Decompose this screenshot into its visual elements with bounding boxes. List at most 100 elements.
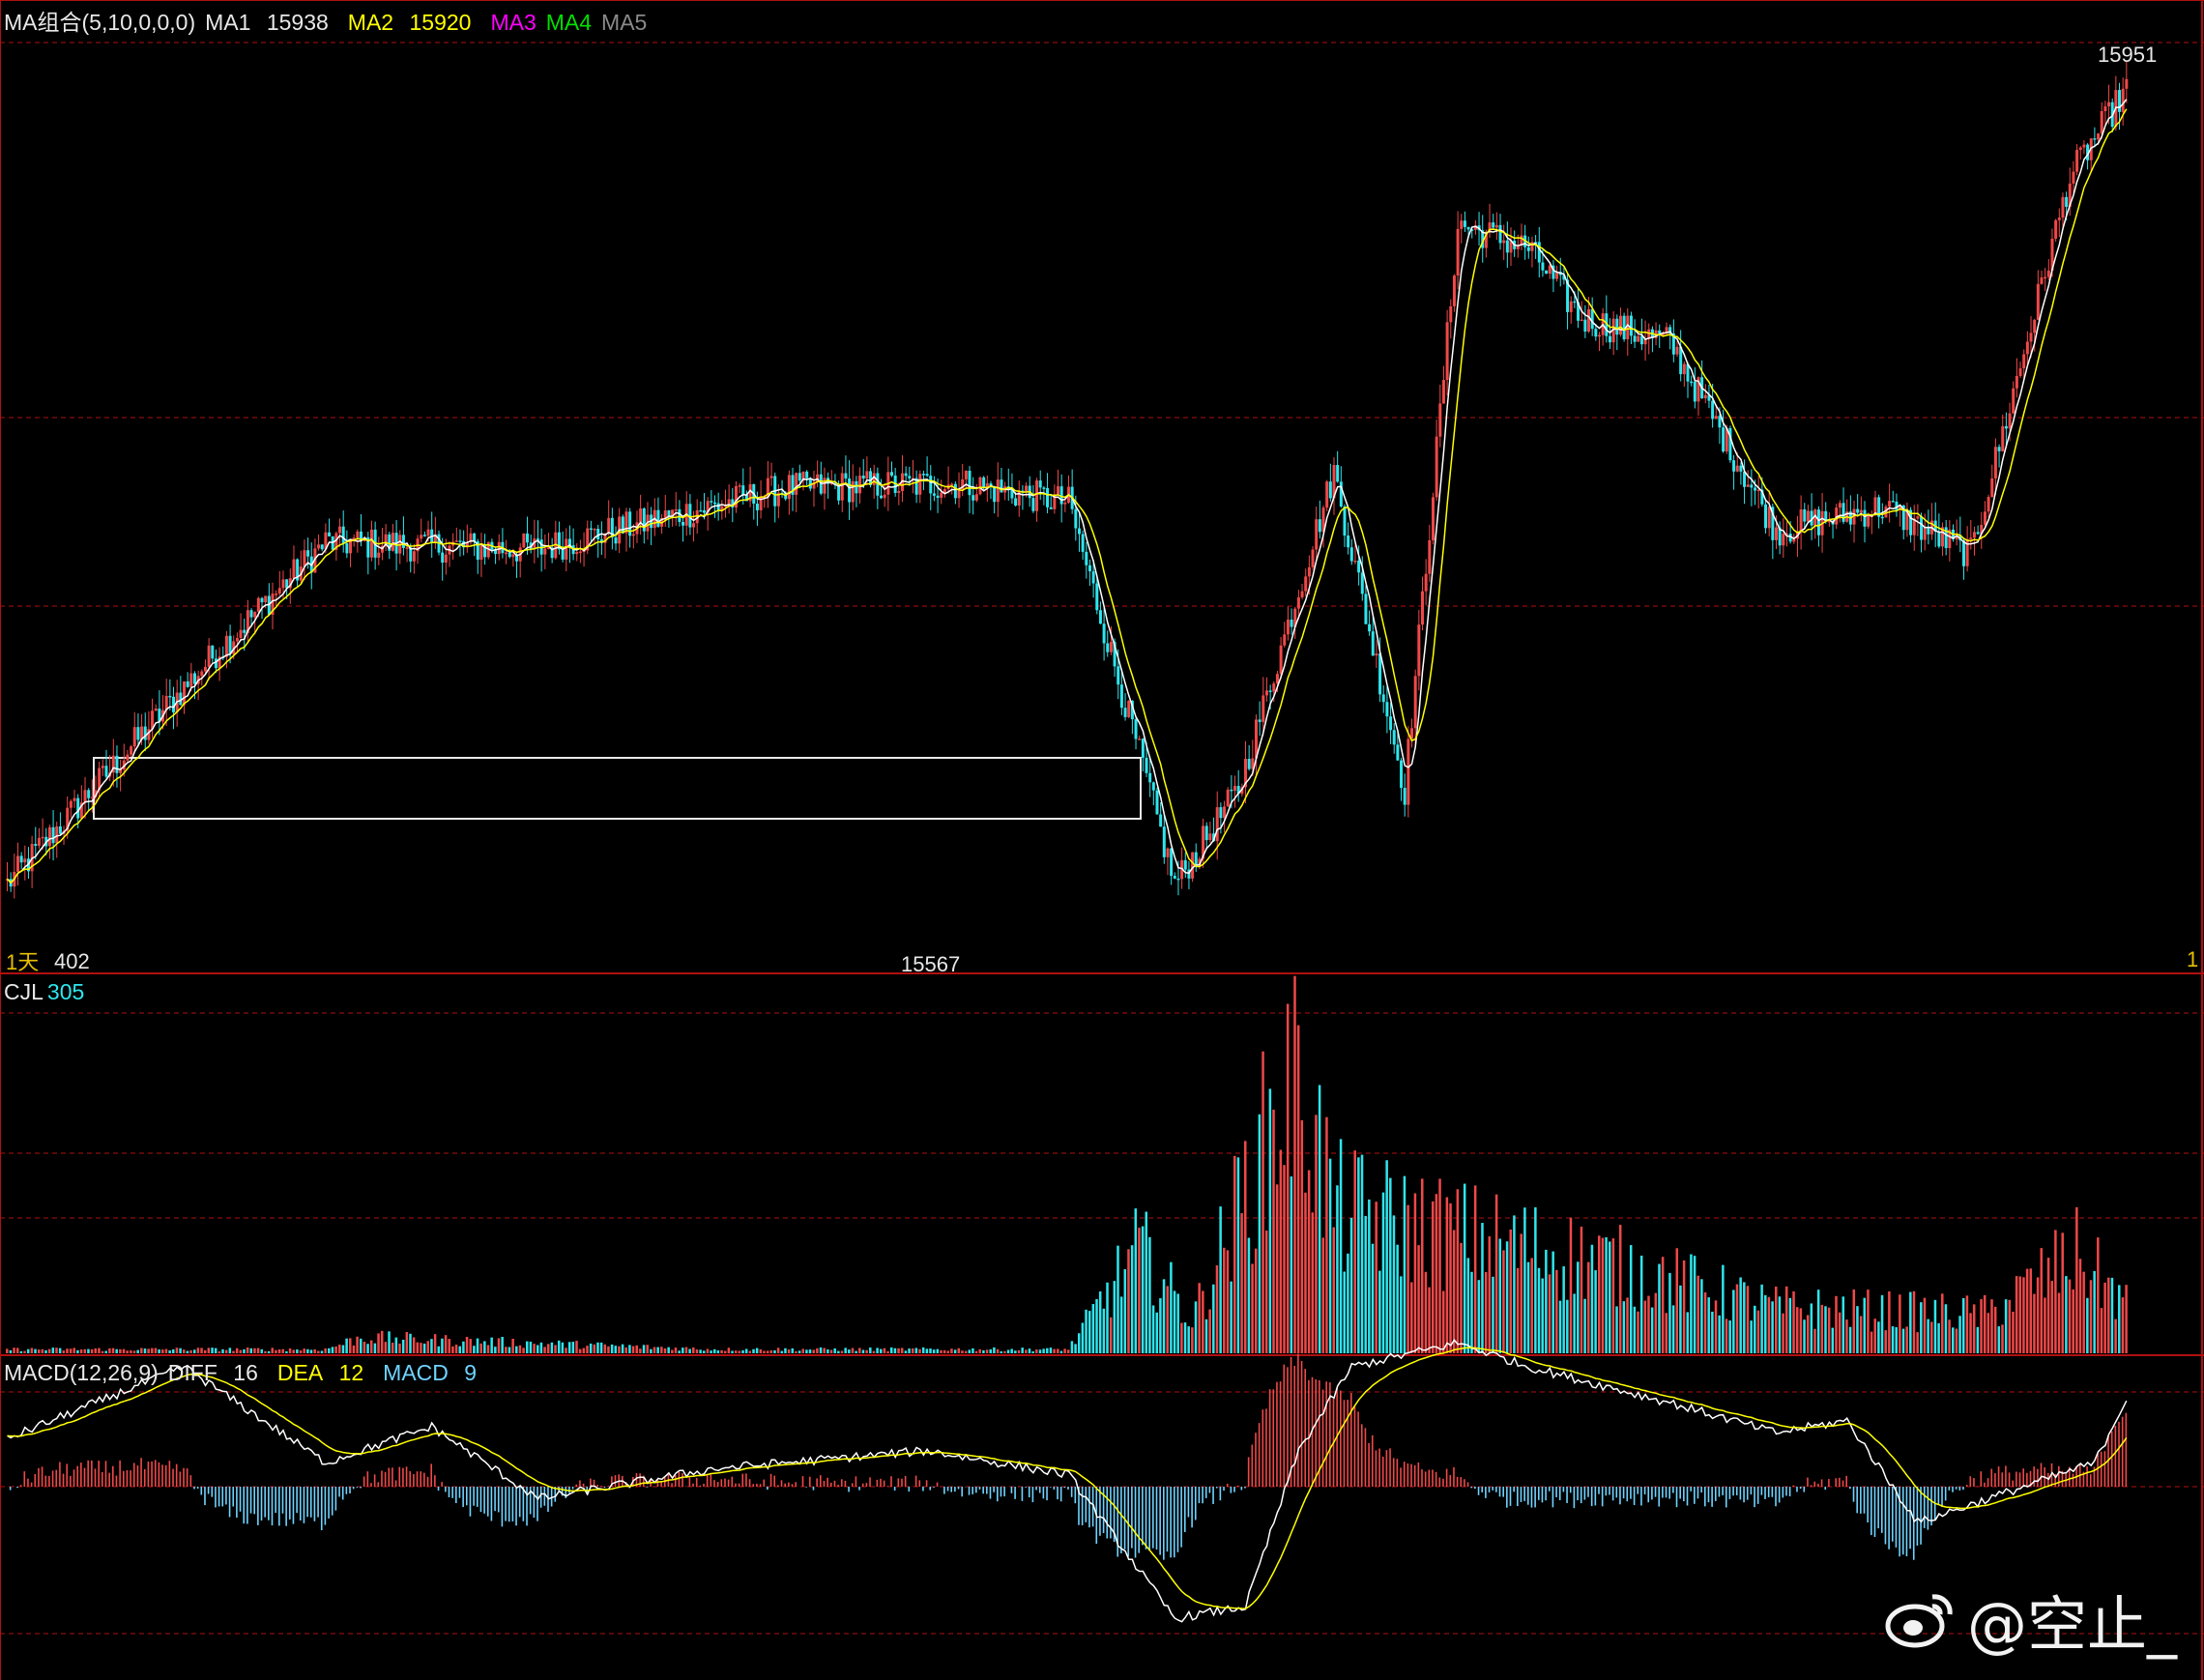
candle-body <box>1880 516 1884 519</box>
candle-body <box>678 508 682 523</box>
volume-bar <box>554 1345 557 1353</box>
volume-bar <box>1286 1003 1290 1353</box>
candle-body <box>1863 509 1867 527</box>
volume-bar <box>1534 1207 1537 1353</box>
volume-bar <box>752 1348 755 1353</box>
volume-bar <box>1098 1291 1102 1353</box>
candle-body <box>349 540 353 554</box>
candle-body <box>2015 375 2018 389</box>
candle-body <box>207 645 211 667</box>
candle-body <box>253 611 257 618</box>
candle-body <box>1059 486 1063 505</box>
candle-body <box>1173 876 1176 879</box>
volume-bar <box>1562 1266 1565 1353</box>
candle-body <box>1618 315 1622 335</box>
volume-bar <box>639 1348 642 1353</box>
volume-bar <box>1176 1293 1179 1353</box>
volume-bar <box>1969 1313 1972 1353</box>
volume-bar <box>1920 1302 1923 1353</box>
volume-bar <box>1347 1253 1349 1353</box>
volume-bar <box>1933 1299 1937 1353</box>
candle-body <box>1803 508 1807 522</box>
candle-body <box>306 550 310 557</box>
candle-body <box>292 559 296 579</box>
candle-body <box>578 551 582 553</box>
volume-bar <box>303 1348 305 1353</box>
candle-body <box>183 681 186 706</box>
volume-bar <box>929 1348 932 1353</box>
volume-bar <box>352 1345 356 1353</box>
volume-bar <box>1470 1271 1473 1353</box>
volume-bar <box>285 1350 288 1353</box>
volume-bar <box>497 1338 501 1353</box>
macd-title: MACD(12,26,9) <box>4 1360 159 1385</box>
candle-body <box>115 755 119 773</box>
candle-body <box>1502 240 1506 244</box>
candle-body <box>904 473 908 477</box>
stock-chart[interactable] <box>0 0 2204 1680</box>
candle-body <box>126 754 130 761</box>
candle-body <box>317 544 321 549</box>
volume-bar <box>914 1347 918 1353</box>
volume-bar <box>826 1349 829 1353</box>
volume-bar <box>420 1343 422 1353</box>
volume-bar <box>161 1349 164 1353</box>
volume-label: CJL <box>4 979 44 1004</box>
candle-body <box>41 836 44 839</box>
candle-body <box>444 554 448 564</box>
volume-bar <box>1639 1255 1643 1353</box>
volume-bar <box>543 1347 546 1353</box>
candle-body <box>823 478 826 494</box>
candle-body <box>1357 560 1361 573</box>
watermark: @空止_ <box>1884 1576 2177 1663</box>
volume-bar <box>1799 1308 1803 1353</box>
volume-bar <box>1569 1217 1573 1353</box>
volume-bar <box>763 1350 766 1353</box>
candle-body <box>1718 416 1722 428</box>
volume-bar <box>1803 1319 1806 1353</box>
candle-body <box>422 535 426 536</box>
candle-body <box>1290 619 1293 627</box>
volume-bar <box>1268 1088 1272 1353</box>
candle-body <box>925 474 929 477</box>
volume-bar <box>1831 1327 1835 1353</box>
candle-body <box>1283 634 1287 646</box>
volume-bar <box>1927 1318 1929 1353</box>
volume-bar <box>1526 1261 1530 1353</box>
volume-bar <box>897 1347 900 1353</box>
volume-bar <box>1961 1297 1965 1353</box>
volume-bar <box>1767 1296 1771 1353</box>
candle-body <box>1972 532 1976 538</box>
volume-bar <box>695 1349 699 1353</box>
candle-body <box>589 528 593 531</box>
candle-body <box>1116 666 1120 685</box>
volume-bar <box>1300 1119 1304 1353</box>
volume-bar <box>734 1350 738 1353</box>
volume-bar <box>1159 1298 1162 1353</box>
volume-bar <box>1226 1250 1230 1353</box>
candle-body <box>1017 490 1021 506</box>
volume-bar <box>925 1348 929 1353</box>
candle-body <box>1385 702 1389 717</box>
candle-body <box>1014 498 1018 506</box>
volume-bar <box>1396 1244 1399 1353</box>
volume-bar <box>126 1350 129 1353</box>
volume-bar <box>360 1338 362 1353</box>
volume-bar <box>179 1347 182 1353</box>
volume-bar <box>1859 1316 1863 1353</box>
candle-body <box>1739 465 1743 472</box>
candle-body <box>953 483 957 499</box>
candle-body <box>426 529 430 536</box>
volume-bar <box>306 1348 309 1353</box>
volume-bar <box>1215 1265 1219 1353</box>
candle-body <box>628 511 632 536</box>
candle-body <box>713 502 716 505</box>
volume-bar <box>1523 1207 1526 1353</box>
volume-bar <box>1417 1245 1420 1353</box>
candle-body <box>1466 226 1470 230</box>
volume-bar <box>840 1350 844 1353</box>
candle-body <box>1381 694 1385 703</box>
volume-bar <box>2078 1259 2082 1353</box>
volume-bar <box>1824 1306 1827 1353</box>
candle-body <box>1767 507 1771 529</box>
